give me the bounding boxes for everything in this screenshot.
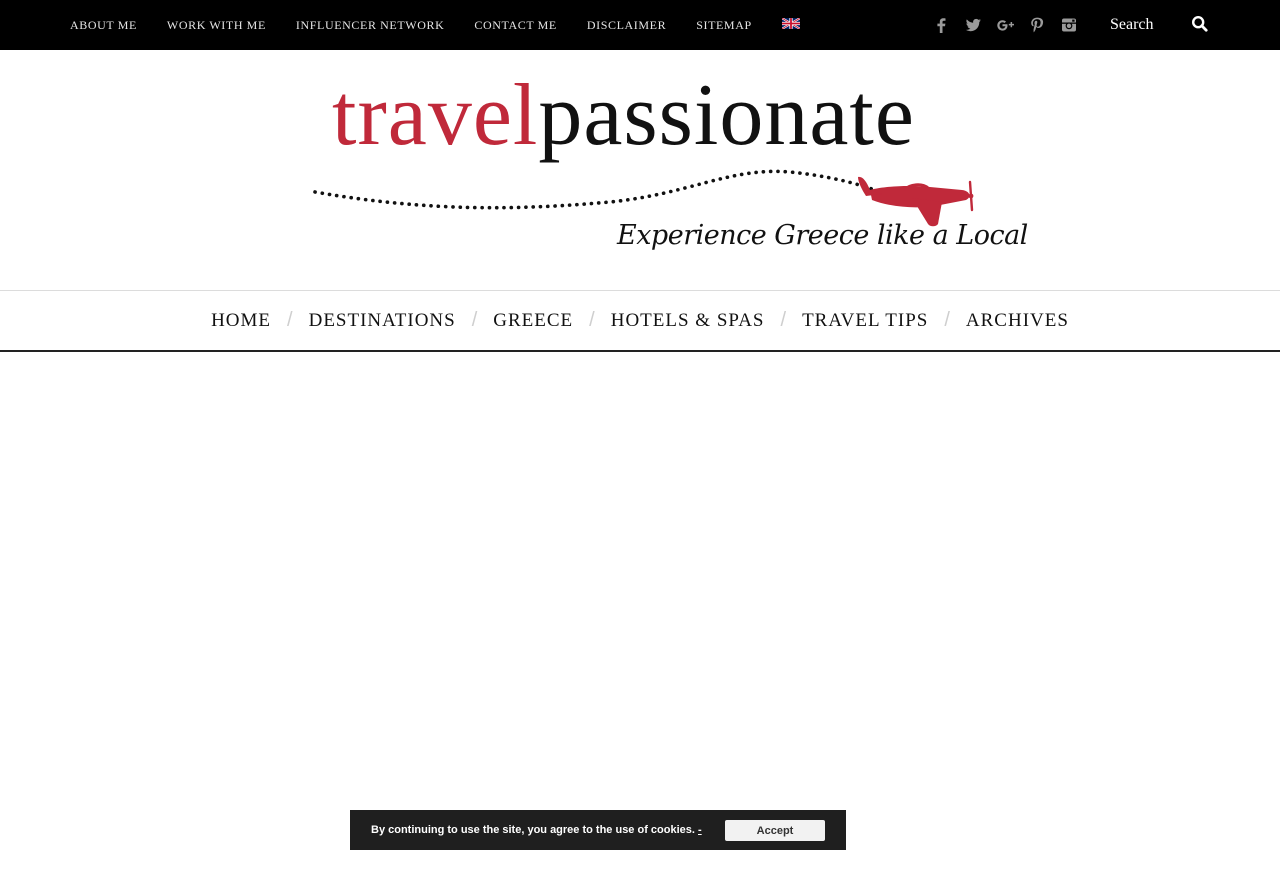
nav-separator: / (471, 309, 478, 331)
nav-destinations[interactable]: DESTINATIONS (309, 310, 456, 332)
nav-archives[interactable]: ARCHIVES (966, 310, 1069, 332)
facebook-icon[interactable] (930, 14, 952, 36)
search-input[interactable] (1104, 12, 1192, 38)
accept-cookies-button[interactable]: Accept (725, 820, 825, 841)
nav-greece[interactable]: GREECE (493, 310, 573, 332)
cookie-consent-bar: By continuing to use the site, you agree… (350, 810, 846, 850)
airplane-icon (858, 176, 974, 227)
nav-travel-tips[interactable]: TRAVEL TIPS (802, 310, 928, 332)
cookie-message: By continuing to use the site, you agree… (371, 824, 695, 836)
top-nav-contact-me[interactable]: CONTACT ME (474, 18, 557, 33)
nav-separator: / (589, 309, 595, 331)
twitter-icon[interactable] (962, 14, 984, 36)
logo-wordmark: travelpassionate (332, 72, 915, 160)
search-button[interactable] (1190, 14, 1210, 34)
logo-word-passionate: passionate (538, 67, 915, 164)
uk-flag-icon[interactable] (782, 18, 800, 29)
nav-home[interactable]: HOME (211, 310, 271, 332)
top-nav-work-with-me[interactable]: WORK WITH ME (167, 18, 266, 33)
nav-separator: / (287, 309, 293, 331)
top-nav-influencer-network[interactable]: INFLUENCER NETWORK (296, 18, 444, 33)
nav-separator: / (780, 309, 787, 331)
logo-word-travel: travel (332, 67, 539, 164)
instagram-icon[interactable] (1058, 14, 1080, 36)
pinterest-icon[interactable] (1026, 14, 1048, 36)
top-bar: ABOUT ME WORK WITH ME INFLUENCER NETWORK… (0, 0, 1280, 50)
top-nav-sitemap[interactable]: SITEMAP (696, 18, 752, 33)
nav-hotels-spas[interactable]: HOTELS & SPAS (611, 310, 765, 332)
logo-tagline: Experience Greece like a Local (617, 220, 1028, 251)
search-icon (1191, 15, 1208, 32)
top-nav-disclaimer[interactable]: DISCLAIMER (587, 18, 666, 33)
main-navigation: HOME / DESTINATIONS / GREECE / HOTELS & … (0, 290, 1280, 352)
nav-separator: / (944, 309, 950, 331)
top-navigation: ABOUT ME WORK WITH ME INFLUENCER NETWORK… (70, 0, 782, 50)
cookie-policy-link[interactable]: - (698, 824, 702, 836)
google-plus-icon[interactable] (994, 14, 1016, 36)
social-links (930, 14, 1090, 36)
top-nav-about-me[interactable]: ABOUT ME (70, 18, 137, 33)
site-logo[interactable]: travelpassionate Experience Greece like … (310, 72, 1028, 267)
